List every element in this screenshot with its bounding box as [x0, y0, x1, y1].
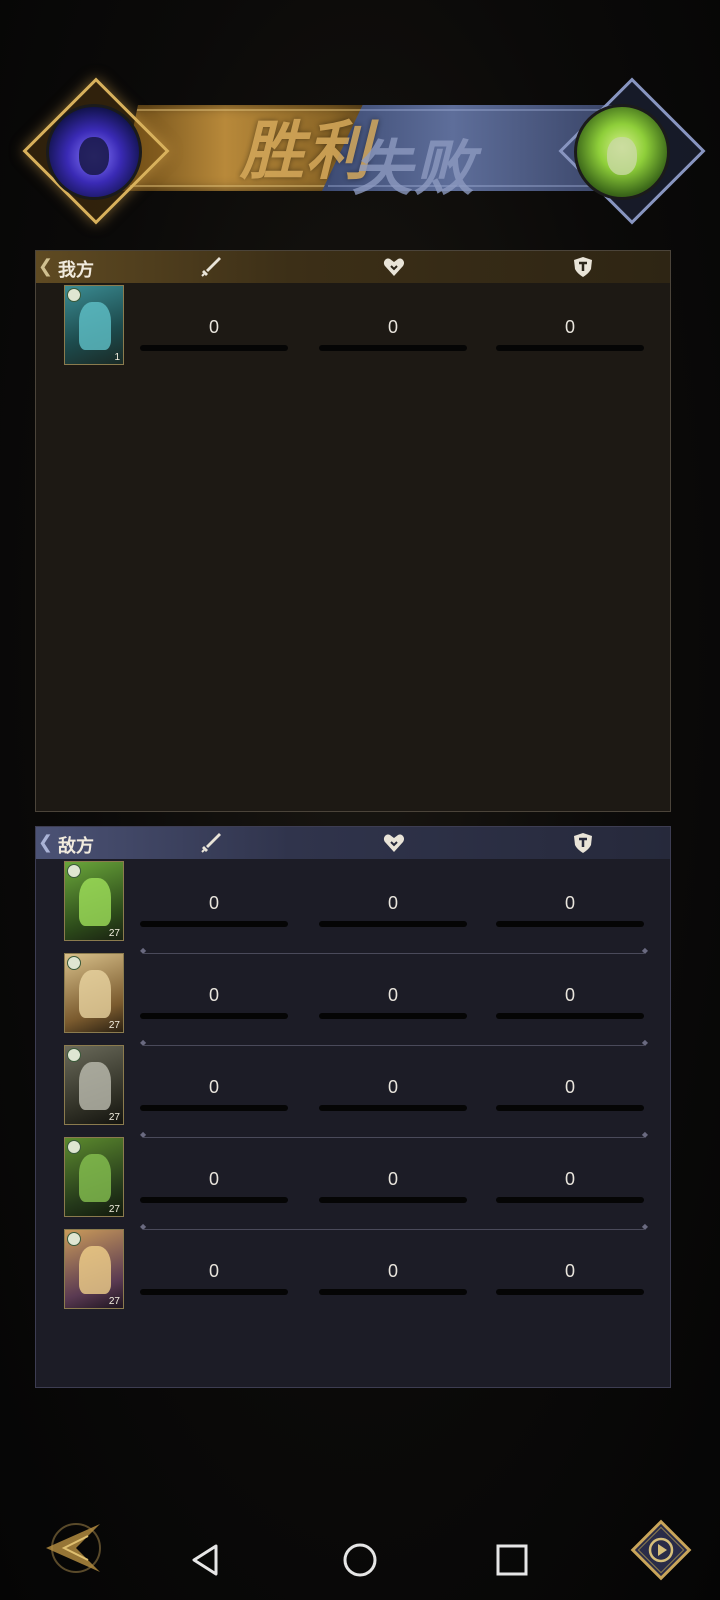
square-recents-icon[interactable]: [490, 1538, 534, 1582]
shield-bar: [496, 1197, 644, 1203]
damage-bar: [140, 1289, 288, 1295]
hero-level: 27: [108, 1204, 120, 1215]
heal-value: 0: [387, 1169, 398, 1189]
hero-portrait[interactable]: 27: [64, 1045, 124, 1125]
element-badge-icon: [67, 288, 81, 302]
heal-bar: [319, 921, 467, 927]
heal-bar: [319, 1105, 467, 1111]
enemy-hero-row[interactable]: 27 0 0 0: [36, 951, 670, 1033]
hero-portrait[interactable]: 1: [64, 285, 124, 365]
shield-bar: [496, 1289, 644, 1295]
enemy-team-panel: ❮ 敌方 27 0 0 0 27 0 0 0: [35, 826, 671, 1388]
hero-portrait[interactable]: 27: [64, 953, 124, 1033]
circle-home-icon[interactable]: [338, 1538, 382, 1582]
defeat-text: 失败: [352, 134, 476, 204]
my-team-label: 我方: [58, 260, 94, 281]
heal-value: 0: [387, 985, 398, 1005]
blonde-archer: [79, 1246, 111, 1294]
result-banner: 胜利 失败: [0, 70, 720, 230]
damage-bar: [140, 345, 288, 351]
heal-value: 0: [387, 1077, 398, 1097]
hero-level: 27: [108, 1020, 120, 1031]
shield-bar: [496, 921, 644, 927]
element-badge-icon: [67, 1140, 81, 1154]
shield-bar: [496, 1105, 644, 1111]
heal-value: 0: [387, 317, 398, 337]
shield-bar: [496, 345, 644, 351]
hero-level: 1: [114, 352, 120, 363]
damage-bar: [140, 921, 288, 927]
sword-icon: [199, 831, 223, 855]
enemy-team-header: ❮ 敌方: [36, 827, 670, 859]
damage-value: 0: [208, 985, 219, 1005]
element-badge-icon: [67, 1232, 81, 1246]
blue-haired-hero: [79, 302, 111, 350]
heal-bar: [319, 1289, 467, 1295]
hero-level: 27: [108, 1112, 120, 1123]
heal-value: 0: [387, 1261, 398, 1281]
damage-bar: [140, 1105, 288, 1111]
damage-value: 0: [208, 1261, 219, 1281]
shield-value: 0: [564, 985, 575, 1005]
enemy-team-label: 敌方: [58, 836, 94, 857]
element-badge-icon: [67, 956, 81, 970]
my-team-panel: ❮ 我方 1 0 0 0: [35, 250, 671, 812]
replay-icon[interactable]: [627, 1516, 695, 1584]
shield-icon: [571, 831, 595, 855]
furry-beast: [79, 970, 111, 1018]
damage-value: 0: [208, 1077, 219, 1097]
shield-icon: [571, 255, 595, 279]
heart-icon: [382, 831, 406, 855]
heal-bar: [319, 1013, 467, 1019]
hooded-mage-portrait: [79, 137, 109, 175]
green-haired-queen-portrait: [607, 137, 637, 175]
shield-value: 0: [564, 1169, 575, 1189]
grey-haired-warrior: [79, 1062, 111, 1110]
heal-value: 0: [387, 893, 398, 913]
triangle-back-icon[interactable]: [184, 1538, 228, 1582]
shield-value: 0: [564, 1261, 575, 1281]
my-hero-row[interactable]: 1 0 0 0: [36, 283, 670, 365]
hero-portrait[interactable]: 27: [64, 1229, 124, 1309]
opponent-avatar[interactable]: [574, 104, 670, 200]
hero-level: 27: [108, 928, 120, 939]
gold-arrow-back-icon[interactable]: [38, 1518, 108, 1580]
damage-bar: [140, 1013, 288, 1019]
chevron-icon: ❮: [38, 256, 54, 276]
element-badge-icon: [67, 864, 81, 878]
hero-level: 27: [108, 1296, 120, 1307]
enemy-hero-row[interactable]: 27 0 0 0: [36, 1043, 670, 1125]
leafy-monster: [79, 1154, 111, 1202]
damage-value: 0: [208, 1169, 219, 1189]
damage-value: 0: [208, 893, 219, 913]
my-team-header: ❮ 我方: [36, 251, 670, 283]
damage-value: 0: [208, 317, 219, 337]
player-avatar[interactable]: [46, 104, 142, 200]
sword-icon: [199, 255, 223, 279]
enemy-hero-row[interactable]: 27 0 0 0: [36, 859, 670, 941]
green-haired-queen: [79, 878, 111, 926]
heal-bar: [319, 345, 467, 351]
shield-value: 0: [564, 1077, 575, 1097]
enemy-hero-row[interactable]: 27 0 0 0: [36, 1227, 670, 1309]
hero-portrait[interactable]: 27: [64, 861, 124, 941]
damage-bar: [140, 1197, 288, 1203]
shield-bar: [496, 1013, 644, 1019]
shield-value: 0: [564, 317, 575, 337]
shield-value: 0: [564, 893, 575, 913]
heal-bar: [319, 1197, 467, 1203]
element-badge-icon: [67, 1048, 81, 1062]
enemy-hero-row[interactable]: 27 0 0 0: [36, 1135, 670, 1217]
hero-portrait[interactable]: 27: [64, 1137, 124, 1217]
chevron-icon: ❮: [38, 832, 54, 852]
heart-icon: [382, 255, 406, 279]
